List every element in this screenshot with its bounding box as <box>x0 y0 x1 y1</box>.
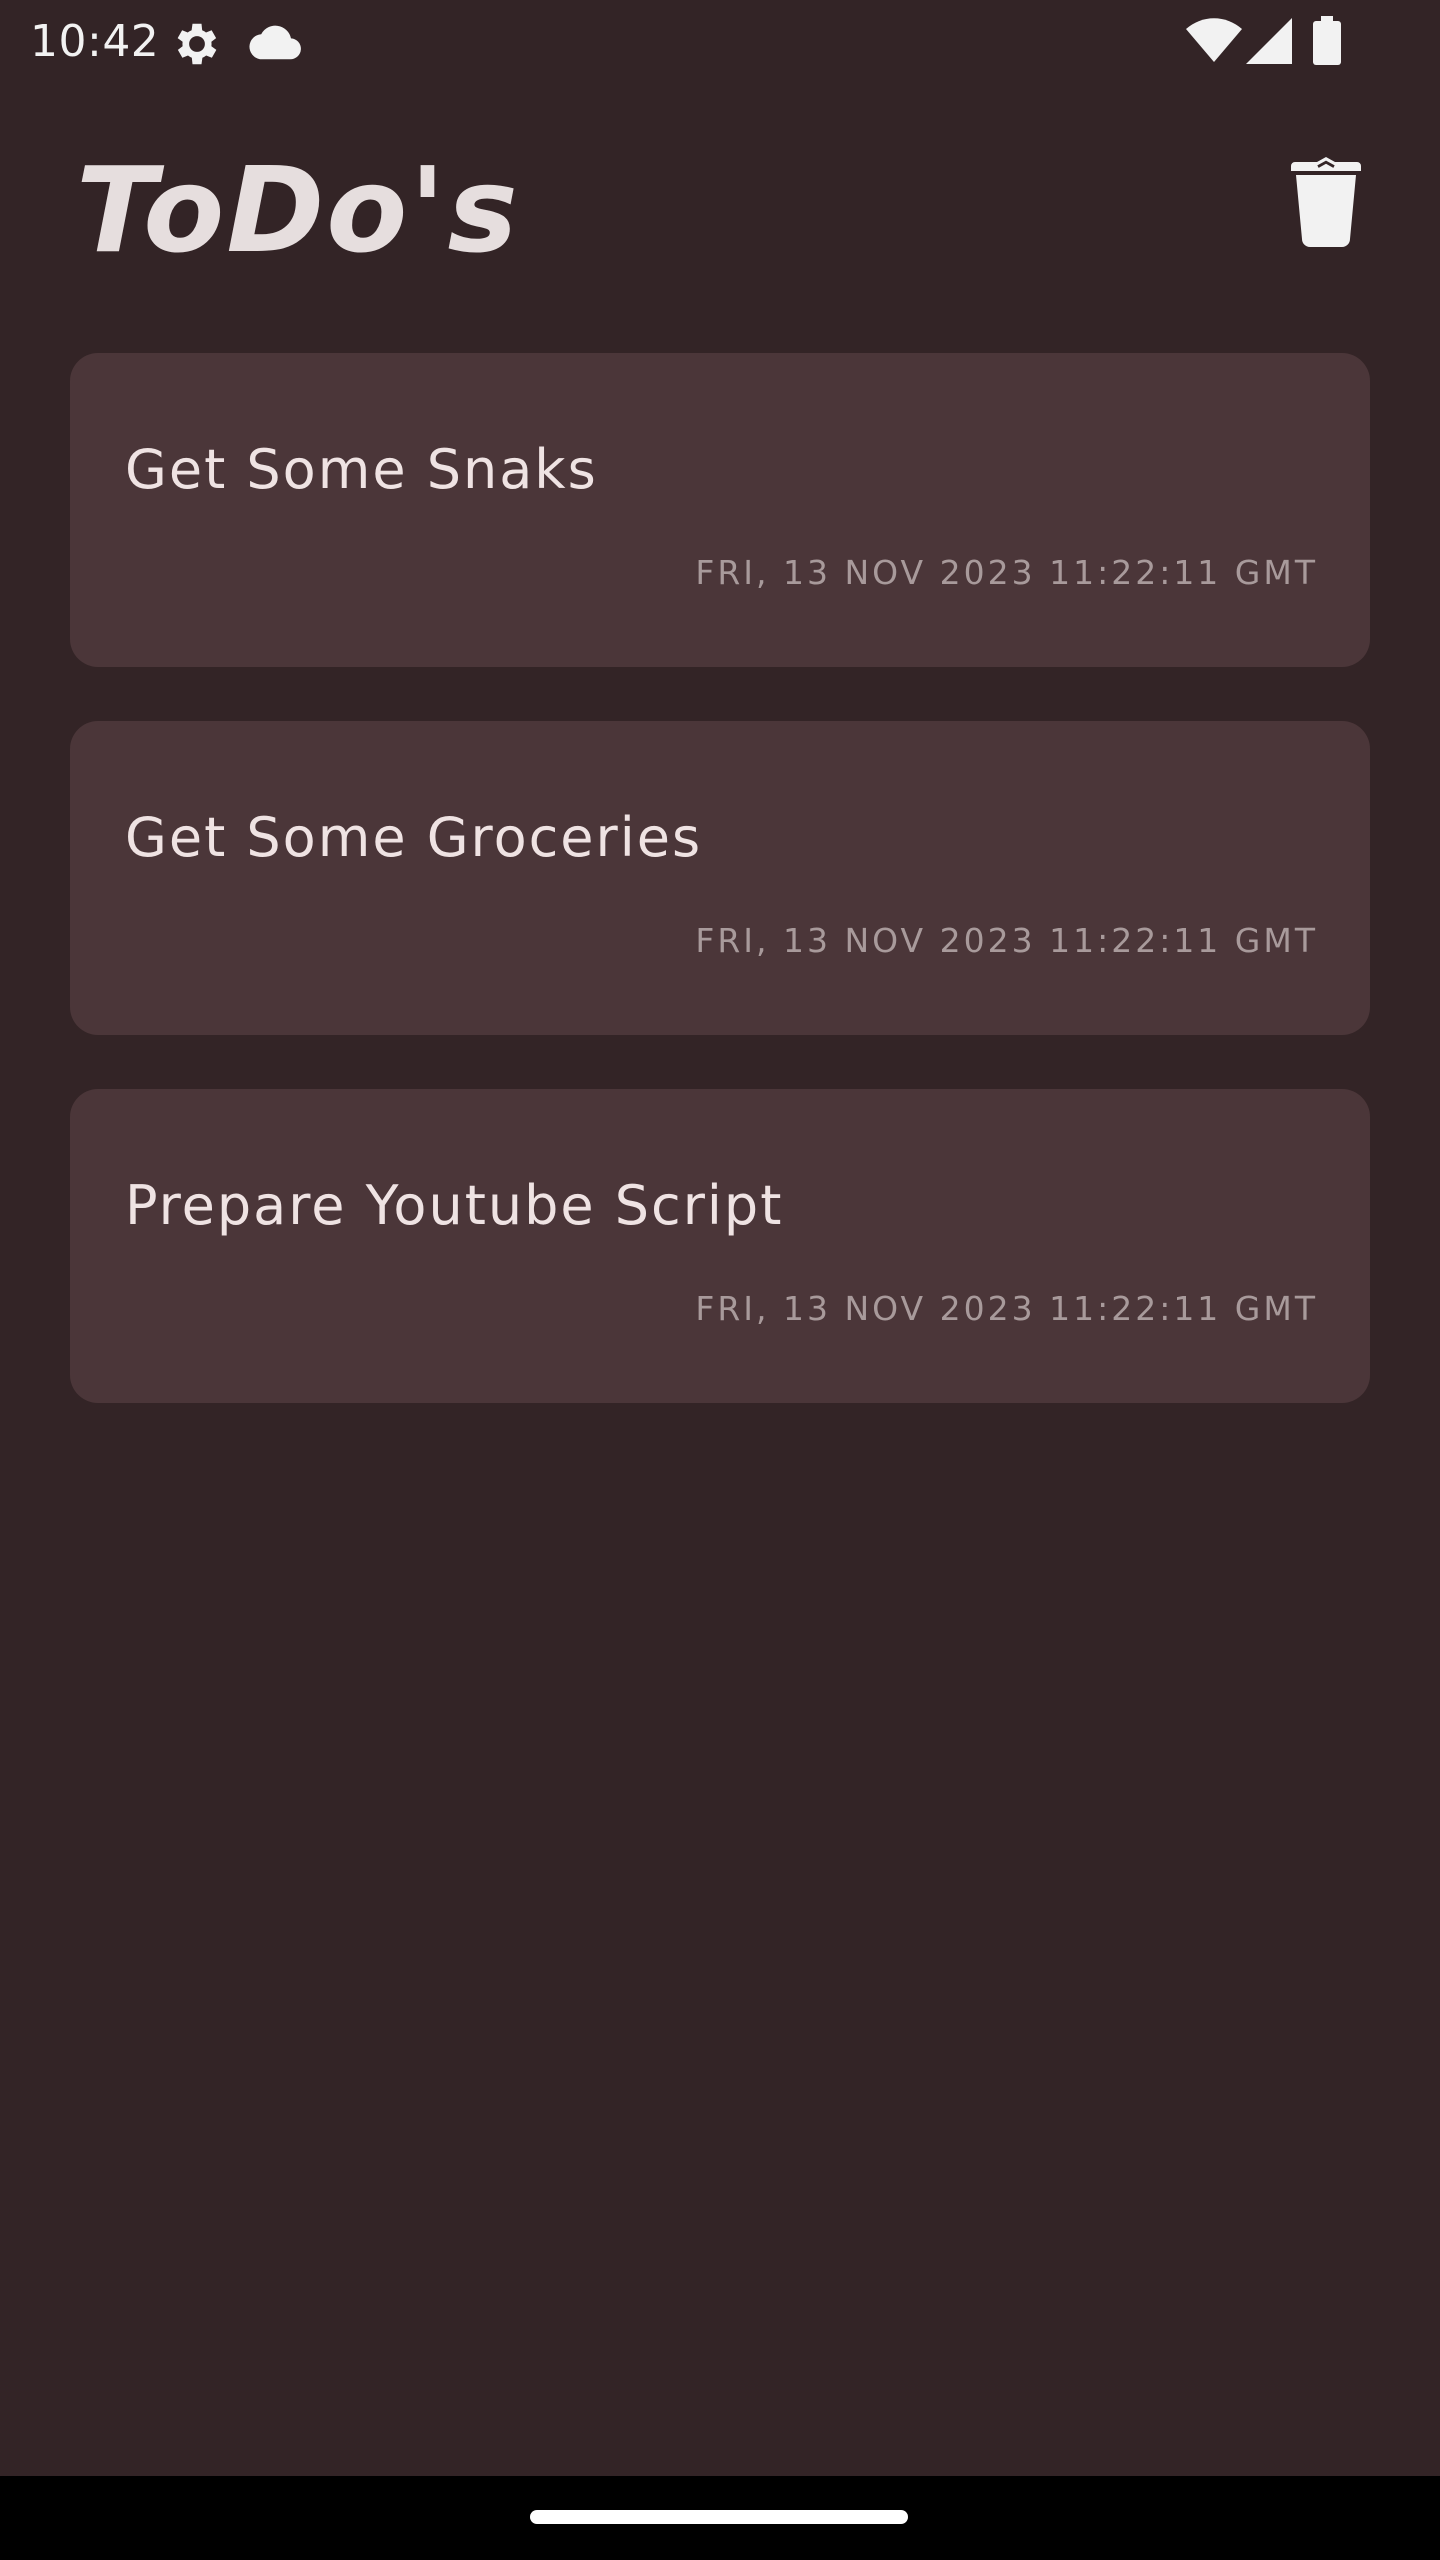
status-time: 10:42 <box>30 16 160 67</box>
todo-list: Get Some Snaks FRI, 13 NOV 2023 11:22:11… <box>70 353 1370 1457</box>
battery-icon <box>1313 16 1341 65</box>
app-header: ToDo's <box>0 84 1440 324</box>
trash-can-icon <box>1291 157 1361 247</box>
todo-date: FRI, 13 NOV 2023 11:22:11 GMT <box>695 1289 1318 1328</box>
cellular-signal-icon <box>1246 18 1292 64</box>
todo-card[interactable]: Get Some Snaks FRI, 13 NOV 2023 11:22:11… <box>70 353 1370 667</box>
todo-title: Prepare Youtube Script <box>125 1174 784 1237</box>
home-gesture-handle[interactable] <box>530 2510 908 2524</box>
page-title: ToDo's <box>76 141 520 279</box>
cloud-icon <box>249 25 301 60</box>
todo-title: Get Some Snaks <box>125 438 598 501</box>
delete-all-button[interactable] <box>1268 144 1384 260</box>
todo-title: Get Some Groceries <box>125 806 703 869</box>
todo-card[interactable]: Get Some Groceries FRI, 13 NOV 2023 11:2… <box>70 721 1370 1035</box>
todo-date: FRI, 13 NOV 2023 11:22:11 GMT <box>695 553 1318 592</box>
wifi-icon <box>1186 18 1242 62</box>
todo-card[interactable]: Prepare Youtube Script FRI, 13 NOV 2023 … <box>70 1089 1370 1403</box>
settings-gear-icon <box>177 23 217 65</box>
status-bar: 10:42 <box>0 0 1440 84</box>
todo-date: FRI, 13 NOV 2023 11:22:11 GMT <box>695 921 1318 960</box>
